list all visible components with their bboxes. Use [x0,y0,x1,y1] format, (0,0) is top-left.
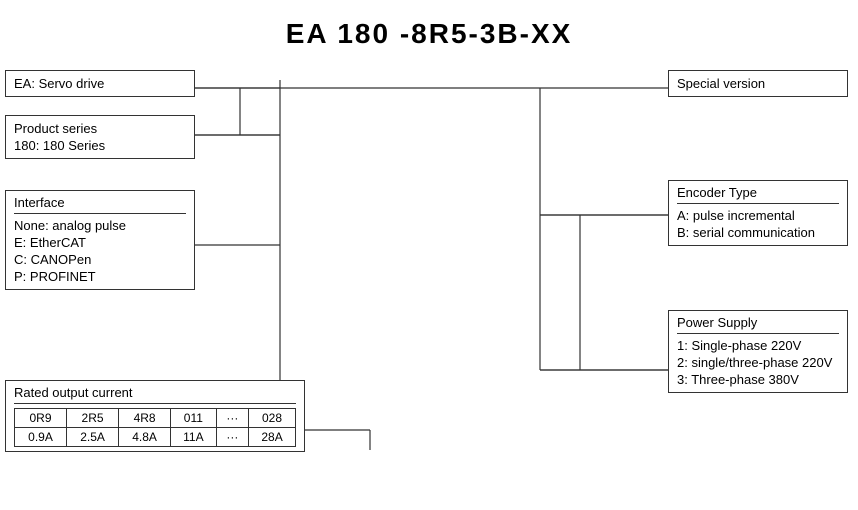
rated-v5: 28A [249,428,296,447]
rated-v1: 2.5A [67,428,119,447]
rated-h3: 011 [171,409,217,428]
rated-h5: 028 [249,409,296,428]
product-box: Product series 180: 180 Series [5,115,195,159]
encoder-item-1: B: serial communication [677,224,839,241]
interface-item-2: C: CANOPen [14,251,186,268]
rated-h4: ··· [216,409,248,428]
rated-header-row: 0R9 2R5 4R8 011 ··· 028 [15,409,296,428]
interface-item-3: P: PROFINET [14,268,186,285]
rated-box: Rated output current 0R9 2R5 4R8 011 ···… [5,380,305,452]
ea-text: EA: Servo drive [14,75,186,92]
encoder-box: Encoder Type A: pulse incremental B: ser… [668,180,848,246]
rated-v3: 11A [171,428,217,447]
product-line2: 180: 180 Series [14,137,186,154]
rated-h0: 0R9 [15,409,67,428]
product-line1: Product series [14,120,186,137]
rated-v0: 0.9A [15,428,67,447]
encoder-item-0: A: pulse incremental [677,207,839,224]
rated-title: Rated output current [14,385,296,404]
rated-v2: 4.8A [119,428,171,447]
power-item-1: 2: single/three-phase 220V [677,354,839,371]
power-item-2: 3: Three-phase 380V [677,371,839,388]
rated-v4: ··· [216,428,248,447]
special-title: Special version [677,75,839,92]
rated-value-row: 0.9A 2.5A 4.8A 11A ··· 28A [15,428,296,447]
ea-box: EA: Servo drive [5,70,195,97]
interface-item-0: None: analog pulse [14,217,186,234]
main-title: EA 180 -8R5-3B-XX [0,0,858,60]
rated-table: 0R9 2R5 4R8 011 ··· 028 0.9A 2.5A 4.8A 1… [14,408,296,447]
power-box: Power Supply 1: Single-phase 220V 2: sin… [668,310,848,393]
rated-h2: 4R8 [119,409,171,428]
power-title: Power Supply [677,315,839,334]
interface-title: Interface [14,195,186,214]
interface-item-1: E: EtherCAT [14,234,186,251]
interface-box: Interface None: analog pulse E: EtherCAT… [5,190,195,290]
power-item-0: 1: Single-phase 220V [677,337,839,354]
rated-h1: 2R5 [67,409,119,428]
special-box: Special version [668,70,848,97]
encoder-title: Encoder Type [677,185,839,204]
